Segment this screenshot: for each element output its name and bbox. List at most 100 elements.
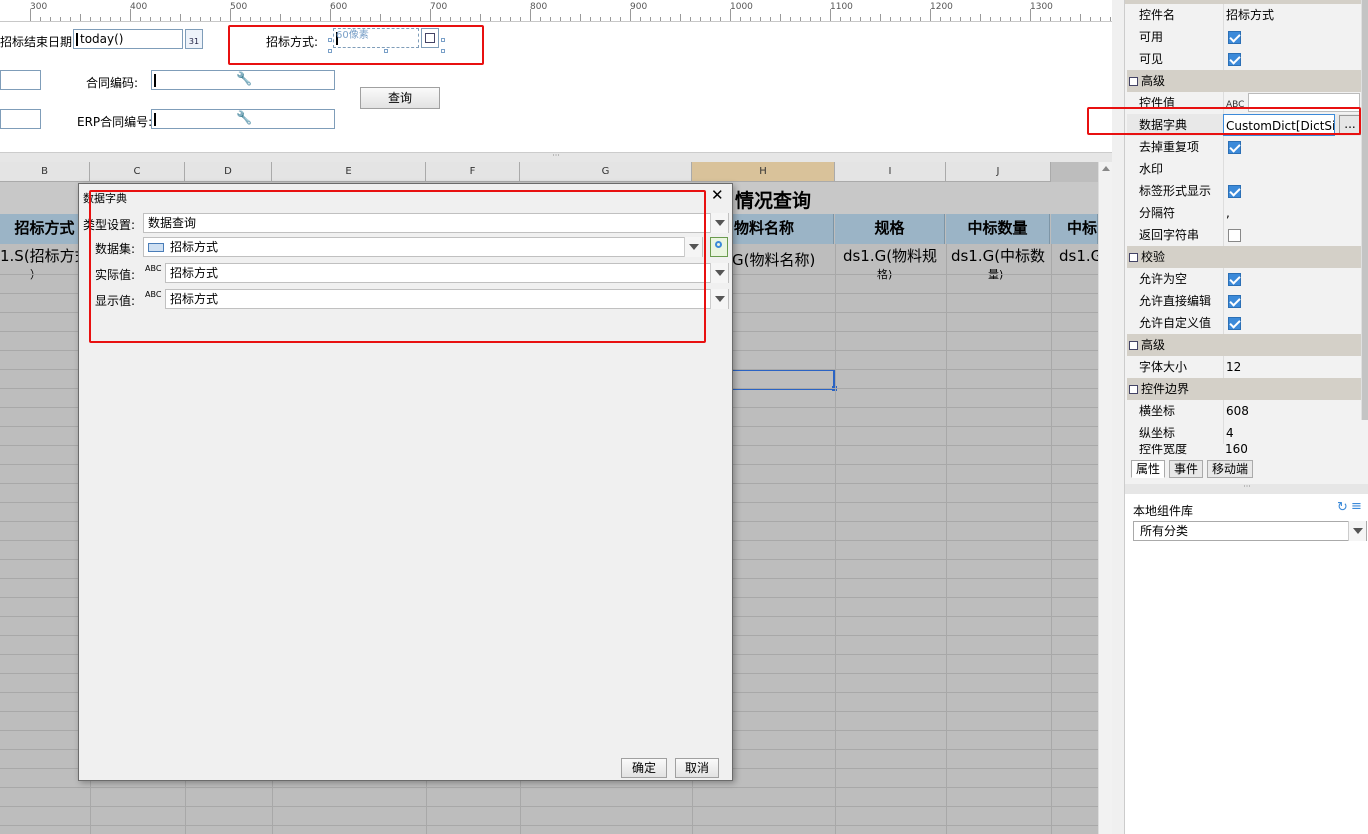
checkbox-checked[interactable] (1228, 31, 1241, 44)
data-cell[interactable]: ds1.G(物料规 (835, 244, 945, 268)
column-header-e[interactable]: E (272, 162, 426, 182)
prop-tag-display[interactable]: 标签形式显示 (1127, 180, 1361, 202)
cancel-button[interactable]: 取消 (675, 758, 719, 778)
calendar-icon[interactable]: 31 (185, 29, 203, 49)
ruler-tick (870, 17, 871, 21)
query-button[interactable]: 查询 (360, 87, 440, 109)
prop-value[interactable]: 4 (1223, 422, 1361, 444)
ruler-tick (810, 17, 811, 21)
chevron-down-icon[interactable] (710, 213, 728, 233)
ruler-tick (1040, 17, 1041, 21)
ruler-label: 1000 (730, 2, 753, 12)
close-icon[interactable]: ✕ (711, 186, 724, 204)
prop-allow-custom[interactable]: 允许自定义值 (1127, 312, 1361, 334)
chevron-down-icon[interactable] (710, 289, 728, 309)
collapse-icon[interactable] (1129, 253, 1138, 262)
header-cell-spec[interactable]: 规格 (835, 214, 945, 244)
panel-scrollbar[interactable] (1361, 0, 1368, 420)
prop-control-name[interactable]: 控件名 招标方式 (1127, 4, 1361, 26)
column-header-c[interactable]: C (90, 162, 185, 182)
prop-x[interactable]: 横坐标 608 (1127, 400, 1361, 422)
menu-icon[interactable]: ≡ (1351, 499, 1362, 514)
prop-enabled[interactable]: 可用 (1127, 26, 1361, 48)
vertical-scrollbar[interactable] (1098, 162, 1112, 834)
prop-font-size[interactable]: 字体大小 12 (1127, 356, 1361, 378)
scroll-up-icon[interactable] (1102, 166, 1110, 171)
checkbox-checked[interactable] (1228, 295, 1241, 308)
column-header-f[interactable]: F (426, 162, 520, 182)
tab-mobile[interactable]: 移动端 (1207, 460, 1254, 478)
prop-value[interactable]: 12 (1223, 356, 1361, 378)
collapse-icon[interactable] (1129, 77, 1138, 86)
prop-width[interactable]: 控件宽度 160 (1127, 444, 1361, 456)
left-input-2[interactable] (0, 109, 41, 129)
prop-value[interactable]: 160 (1223, 444, 1361, 456)
section-verify[interactable]: 校验 (1127, 246, 1361, 268)
collapse-icon[interactable] (1129, 341, 1138, 350)
prop-value[interactable]: 招标方式 (1223, 4, 1361, 26)
tab-properties[interactable]: 属性 (1131, 460, 1166, 478)
checkbox-checked[interactable] (1228, 141, 1241, 154)
wrench-icon[interactable]: 🔧 (236, 72, 252, 87)
column-header-i[interactable]: I (835, 162, 946, 182)
ok-button[interactable]: 确定 (621, 758, 667, 778)
ruler-tick (570, 17, 571, 21)
prop-return-string[interactable]: 返回字符串 (1127, 224, 1361, 246)
splitter[interactable]: ··· (0, 152, 1112, 162)
prop-separator[interactable]: 分隔符, (1127, 202, 1361, 224)
prop-y[interactable]: 纵坐标 4 (1127, 422, 1361, 444)
panel-splitter[interactable]: ··· (1125, 483, 1368, 494)
wrench-icon[interactable]: 🔧 (236, 111, 252, 126)
prop-allow-empty[interactable]: 允许为空 (1127, 268, 1361, 290)
column-header-j[interactable]: J (946, 162, 1051, 182)
preview-icon[interactable] (710, 237, 728, 257)
ruler-label: 400 (130, 2, 148, 12)
column-header-g[interactable]: G (520, 162, 692, 182)
ruler-tick (120, 17, 121, 21)
data-cell[interactable]: ds1.G (1051, 244, 1098, 268)
section-label: 高级 (1141, 338, 1166, 352)
column-header-b[interactable]: B (0, 162, 90, 182)
section-advanced-2[interactable]: 高级 (1127, 334, 1361, 356)
section-label: 高级 (1141, 74, 1166, 88)
left-input-1[interactable] (0, 70, 41, 90)
horizontal-ruler: 300 400 500 600 700 800 900 1000 1100 1200 1300 (0, 0, 1112, 22)
ruler-tick (910, 17, 911, 21)
checkbox-unchecked[interactable] (1228, 229, 1241, 242)
ruler-tick (270, 17, 271, 21)
column-header-d[interactable]: D (185, 162, 272, 182)
checkbox-checked[interactable] (1228, 185, 1241, 198)
prop-value[interactable]: 608 (1223, 400, 1361, 422)
ruler-tick (690, 17, 691, 21)
ruler-tick (840, 17, 841, 21)
prop-watermark[interactable]: 水印 (1127, 158, 1361, 180)
data-cell[interactable]: ds1.G(中标数 (946, 244, 1050, 268)
end-date-label: 招标结束日期: (0, 35, 77, 49)
prop-dedupe[interactable]: 去掉重复项 (1127, 136, 1361, 158)
checkbox-checked[interactable] (1228, 273, 1241, 286)
prop-value[interactable]: , (1223, 202, 1361, 224)
refresh-icon[interactable]: ↻ (1337, 500, 1348, 515)
ruler-tick (1020, 17, 1021, 21)
data-cell[interactable]: 1.S(招标方式 (0, 244, 90, 274)
chevron-down-icon[interactable] (1348, 521, 1366, 541)
column-header-h[interactable]: H (692, 162, 835, 182)
section-border[interactable]: 控件边界 (1127, 378, 1361, 400)
checkbox-checked[interactable] (1228, 53, 1241, 66)
header-cell-bid-method[interactable]: 招标方式 (0, 214, 90, 244)
prop-key: 允许为空 (1139, 272, 1188, 286)
collapse-icon[interactable] (1129, 385, 1138, 394)
header-cell-bid[interactable]: 中标 (1051, 214, 1098, 244)
section-advanced[interactable]: 高级 (1127, 70, 1361, 92)
prop-value[interactable] (1223, 158, 1361, 180)
ruler-tick (150, 17, 151, 21)
prop-visible[interactable]: 可见 (1127, 48, 1361, 70)
prop-allow-edit[interactable]: 允许直接编辑 (1127, 290, 1361, 312)
header-cell-qty[interactable]: 中标数量 (946, 214, 1050, 244)
prop-key: 允许自定义值 (1139, 316, 1212, 330)
checkbox-checked[interactable] (1228, 317, 1241, 330)
tab-events[interactable]: 事件 (1169, 460, 1204, 478)
category-select[interactable]: 所有分类 (1133, 521, 1367, 541)
end-date-input[interactable]: today() (73, 29, 183, 49)
chevron-down-icon[interactable] (710, 263, 728, 283)
